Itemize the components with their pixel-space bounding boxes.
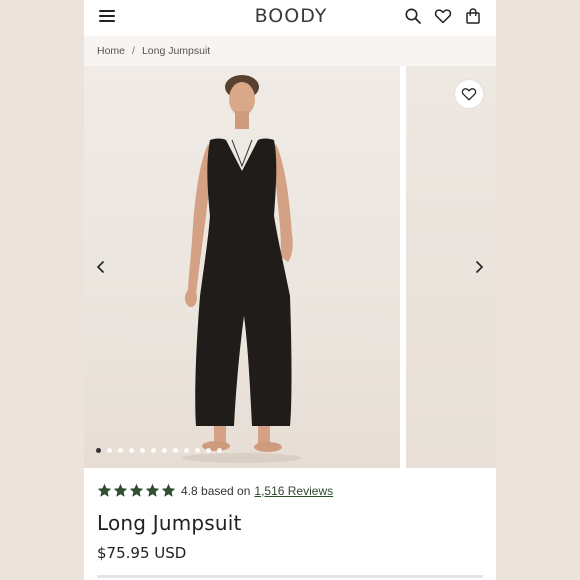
- pagination-dot[interactable]: [184, 448, 189, 453]
- product-page: BOODY Home / Long Jumpsuit 4.8 based on …: [84, 0, 496, 580]
- pagination-dot[interactable]: [162, 448, 167, 453]
- pagination-dot[interactable]: [151, 448, 156, 453]
- header-actions: [404, 7, 482, 25]
- product-image-main[interactable]: [84, 66, 400, 468]
- reviews-link[interactable]: 1,516 Reviews: [254, 484, 333, 498]
- rating-stars: [97, 483, 176, 498]
- pagination-dot[interactable]: [140, 448, 145, 453]
- star-icon: [145, 483, 160, 497]
- product-price: $75.95 USD: [97, 544, 187, 562]
- breadcrumb-home-link[interactable]: Home: [97, 45, 125, 57]
- star-icon: [161, 483, 176, 497]
- site-header: BOODY: [84, 0, 496, 36]
- pagination-dot[interactable]: [217, 448, 222, 453]
- pagination-dot[interactable]: [206, 448, 211, 453]
- menu-icon[interactable]: [99, 8, 115, 24]
- rating-score-text: 4.8 based on: [181, 483, 251, 498]
- star-icon: [113, 483, 128, 497]
- star-icon: [97, 483, 112, 497]
- divider: [97, 575, 483, 578]
- breadcrumb-separator: /: [132, 45, 135, 57]
- pagination-dot[interactable]: [195, 448, 200, 453]
- pagination-dot[interactable]: [173, 448, 178, 453]
- wishlist-heart-icon: [461, 88, 477, 101]
- heart-icon[interactable]: [434, 7, 452, 25]
- chevron-left-icon[interactable]: [93, 259, 109, 275]
- wishlist-button[interactable]: [455, 80, 483, 108]
- star-icon: [129, 483, 144, 497]
- product-gallery[interactable]: [84, 66, 496, 468]
- pagination-dot[interactable]: [118, 448, 123, 453]
- search-icon[interactable]: [404, 7, 422, 25]
- breadcrumb: Home / Long Jumpsuit: [84, 36, 496, 66]
- pagination-dot[interactable]: [96, 448, 101, 453]
- bag-icon[interactable]: [464, 7, 482, 25]
- pagination-dot[interactable]: [129, 448, 134, 453]
- gallery-pagination: [96, 448, 222, 453]
- product-title: Long Jumpsuit: [97, 511, 242, 535]
- chevron-right-icon[interactable]: [471, 259, 487, 275]
- pagination-dot[interactable]: [107, 448, 112, 453]
- product-rating: 4.8 based on 1,516 Reviews: [97, 483, 333, 498]
- model-jumpsuit-image: [182, 75, 302, 463]
- brand-logo[interactable]: BOODY: [249, 5, 333, 27]
- breadcrumb-current: Long Jumpsuit: [141, 45, 211, 57]
